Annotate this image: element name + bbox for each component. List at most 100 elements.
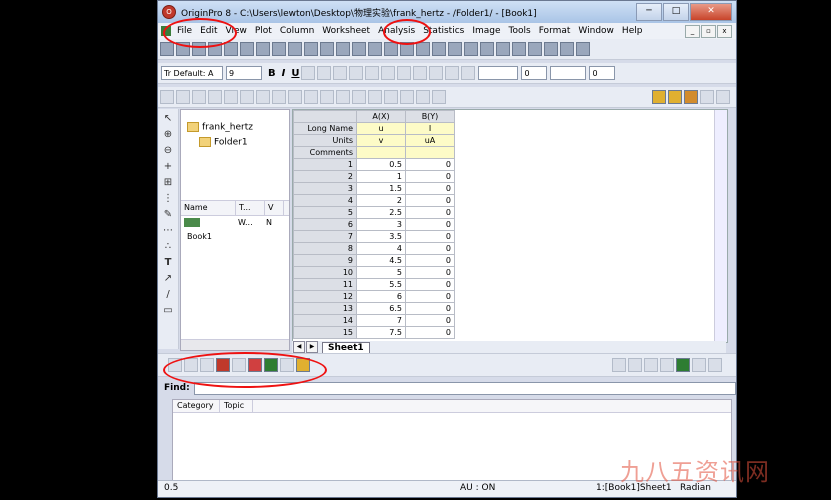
row-number[interactable]: 13 [293, 302, 357, 315]
row-number[interactable]: 8 [293, 242, 357, 255]
row-number[interactable]: 3 [293, 182, 357, 195]
frame-icon[interactable] [336, 90, 350, 104]
corner-cell[interactable] [293, 110, 357, 123]
new-project-icon[interactable] [160, 42, 174, 56]
decrease-font-icon[interactable] [381, 66, 396, 80]
menu-column[interactable]: Column [276, 26, 318, 36]
bold-button[interactable]: B [268, 68, 276, 79]
cell-a[interactable]: 7.5 [356, 326, 406, 339]
minimize-button[interactable]: ─ [636, 3, 662, 21]
arrow-tool-icon[interactable]: ↗ [162, 273, 174, 285]
row-number[interactable]: 5 [293, 206, 357, 219]
cell-b[interactable]: 0 [405, 278, 455, 291]
matrix-plot-icon[interactable] [676, 358, 690, 372]
cell-a[interactable]: 6.5 [356, 302, 406, 315]
menu-tools[interactable]: Tools [505, 26, 535, 36]
row-number[interactable]: 1 [293, 158, 357, 171]
cell-b[interactable]: 0 [405, 170, 455, 183]
data-selector-icon[interactable]: ⋮ [162, 193, 174, 205]
zoom-out-icon[interactable] [176, 90, 190, 104]
row-number[interactable]: 12 [293, 290, 357, 303]
group-icon[interactable] [352, 90, 366, 104]
row-number[interactable]: 11 [293, 278, 357, 291]
units-b[interactable]: uA [405, 134, 455, 147]
units-a[interactable]: v [356, 134, 406, 147]
origin-app-icon[interactable]: O [162, 5, 176, 19]
rectangle-tool-icon[interactable]: ▭ [162, 305, 174, 317]
cell-b[interactable]: 0 [405, 230, 455, 243]
cell-a[interactable]: 3 [356, 218, 406, 231]
sheet-next-arrow-icon[interactable]: ▶ [306, 341, 318, 353]
worksheet-vertical-scrollbar[interactable] [714, 110, 727, 342]
row-number[interactable]: 2 [293, 170, 357, 183]
row-number[interactable]: 7 [293, 230, 357, 243]
column-header-a[interactable]: A(X) [356, 110, 406, 123]
import-icon[interactable] [336, 42, 350, 56]
recalculate-icon[interactable] [384, 42, 398, 56]
open-template-icon[interactable] [288, 42, 302, 56]
mdi-minimize-button[interactable]: _ [685, 25, 700, 38]
cell-a[interactable]: 5.5 [356, 278, 406, 291]
cell-a[interactable]: 4 [356, 242, 406, 255]
add-column-icon[interactable] [668, 90, 682, 104]
category-header[interactable]: Category [173, 400, 220, 412]
mdi-restore-button[interactable]: ▫ [701, 25, 716, 38]
long-name-a[interactable]: u [356, 122, 406, 135]
bottom-axis-icon[interactable] [288, 90, 302, 104]
zoom-in-icon[interactable] [160, 90, 174, 104]
mask-icon[interactable]: ∴ [162, 241, 174, 253]
close-button[interactable]: ✕ [690, 3, 732, 21]
line-style-select[interactable] [478, 66, 519, 80]
row-number[interactable]: 15 [293, 326, 357, 339]
new-notes-icon[interactable] [256, 42, 270, 56]
paste-icon[interactable] [576, 42, 590, 56]
maximize-button[interactable]: □ [663, 3, 689, 21]
long-name-b[interactable]: I [405, 122, 455, 135]
right-axis-icon[interactable] [304, 90, 318, 104]
statistics-row-icon[interactable] [716, 90, 730, 104]
screen-reader-icon[interactable]: + [162, 161, 174, 173]
save-icon[interactable] [304, 42, 318, 56]
fill-color-icon[interactable] [413, 66, 428, 80]
code-icon[interactable] [528, 42, 542, 56]
column-header-b[interactable]: B(Y) [405, 110, 455, 123]
3d-bar-icon[interactable] [628, 358, 642, 372]
superscript-icon[interactable] [301, 66, 316, 80]
line-color-icon[interactable] [461, 66, 476, 80]
text-tool-icon[interactable]: T [162, 257, 174, 269]
refresh-icon[interactable] [416, 42, 430, 56]
increase-font-icon[interactable] [365, 66, 380, 80]
supersubscript-icon[interactable] [333, 66, 348, 80]
image-plot-icon[interactable] [660, 358, 674, 372]
pointer-icon[interactable]: ↖ [162, 113, 174, 125]
line-width-select[interactable]: 0 [521, 66, 548, 80]
import-multiple-icon[interactable] [368, 42, 382, 56]
row-number[interactable]: 9 [293, 254, 357, 267]
save-template-icon[interactable] [320, 42, 334, 56]
cell-b[interactable]: 0 [405, 158, 455, 171]
menu-format[interactable]: Format [535, 26, 575, 36]
menu-window[interactable]: Window [574, 26, 618, 36]
cell-b[interactable]: 0 [405, 182, 455, 195]
tree-folder1[interactable]: Folder1 [199, 137, 248, 148]
arrange-icon[interactable] [256, 90, 270, 104]
tree-root-frank-hertz[interactable]: frank_hertz [187, 122, 253, 133]
italic-button[interactable]: I [282, 68, 286, 79]
subscript-icon[interactable] [317, 66, 332, 80]
cell-a[interactable]: 4.5 [356, 254, 406, 267]
col-type-header[interactable]: T... [236, 201, 265, 215]
font-color-icon[interactable] [429, 66, 444, 80]
merge-icon[interactable] [240, 90, 254, 104]
layer-icon[interactable] [224, 90, 238, 104]
new-function-icon[interactable] [224, 42, 238, 56]
fill-select[interactable] [550, 66, 587, 80]
import-ascii-icon[interactable] [352, 42, 366, 56]
rescale-icon[interactable] [208, 90, 222, 104]
rotate-icon[interactable] [692, 358, 706, 372]
list-item-book1[interactable]: Book1 W... N [181, 216, 289, 244]
duplicate-icon[interactable] [432, 42, 446, 56]
cell-a[interactable]: 7 [356, 314, 406, 327]
3d-surface-icon[interactable] [612, 358, 626, 372]
line-tool-icon[interactable]: / [162, 289, 174, 301]
cell-b[interactable]: 0 [405, 314, 455, 327]
